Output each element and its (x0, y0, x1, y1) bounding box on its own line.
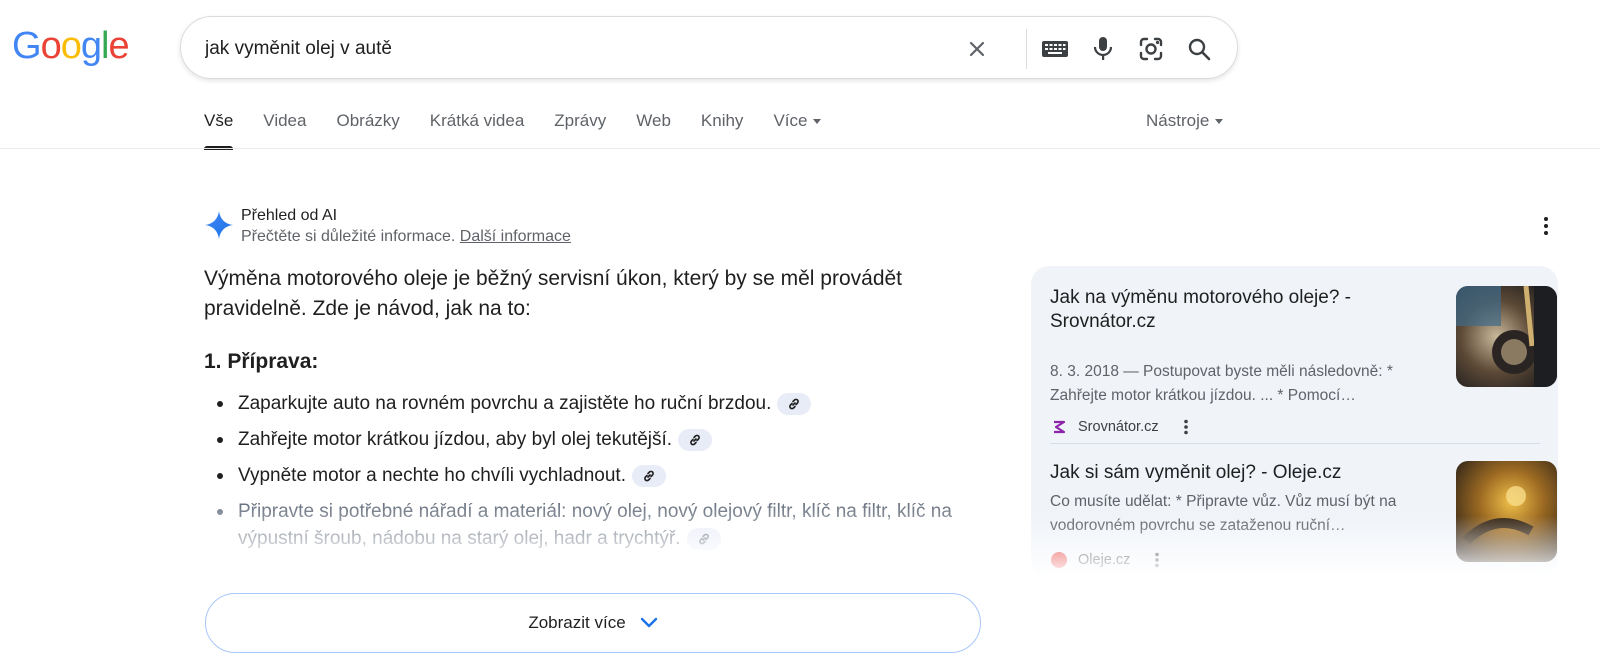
learn-more-link[interactable]: Další informace (460, 228, 571, 245)
search-divider (1026, 29, 1027, 69)
source-site: Oleje.cz (1050, 551, 1166, 569)
step-heading: 1. Příprava: (204, 350, 319, 373)
list-item: Připravte si potřebné nářadí a materiál:… (204, 498, 984, 552)
tab-news[interactable]: Zprávy (554, 108, 606, 148)
search-tabs: Vše Videa Obrázky Krátká videa Zprávy We… (204, 108, 851, 150)
source-card[interactable]: Jak na výměnu motorového oleje? - Srovná… (1050, 286, 1557, 436)
keyboard-icon[interactable] (1039, 33, 1071, 65)
source-site: Srovnátor.cz (1050, 418, 1195, 436)
search-input[interactable] (205, 35, 925, 63)
tab-videos[interactable]: Videa (263, 108, 306, 148)
more-options-icon[interactable] (1148, 551, 1166, 569)
tab-more[interactable]: Více (773, 108, 822, 148)
ai-sparkle-icon (205, 211, 233, 239)
source-thumbnail[interactable] (1456, 286, 1557, 387)
chevron-down-icon (1215, 119, 1224, 125)
tab-all[interactable]: Vše (204, 108, 234, 150)
link-icon (698, 533, 709, 545)
oleje-favicon-icon (1050, 551, 1068, 569)
logo-letter-e: e (108, 25, 129, 67)
header-divider (0, 148, 1600, 149)
google-logo[interactable]: Google (12, 25, 130, 67)
show-more-button[interactable]: Zobrazit více (205, 593, 981, 653)
source-title[interactable]: Jak na výměnu motorového oleje? - Srovná… (1050, 286, 1425, 334)
logo-letter-l: l (100, 25, 110, 67)
ai-overview-title: Přehled od AI (241, 207, 338, 224)
tools-label: Nástroje (1146, 111, 1210, 130)
source-title[interactable]: Jak si sám vyměnit olej? - Oleje.cz (1050, 461, 1425, 485)
bullet-text: Připravte si potřebné nářadí a materiál:… (238, 501, 952, 549)
bullet-text: Vypněte motor a nechte ho chvíli vychlad… (238, 465, 626, 486)
source-thumbnail[interactable] (1456, 461, 1557, 562)
source-snippet: Co musíte udělat: * Připravte vůz. Vůz m… (1050, 493, 1397, 534)
logo-letter-o2: o (60, 25, 82, 67)
chevron-down-icon (813, 119, 822, 125)
list-item: Zaparkujte auto na rovném povrchu a zaji… (204, 390, 984, 417)
show-more-label: Zobrazit více (528, 613, 626, 632)
lens-camera-icon[interactable] (1135, 33, 1167, 65)
microphone-icon[interactable] (1087, 33, 1119, 65)
tab-images[interactable]: Obrázky (336, 108, 399, 148)
source-site-name: Oleje.cz (1078, 552, 1131, 568)
tools-button[interactable]: Nástroje (1146, 111, 1224, 131)
ai-overview-subtitle-text: Přečtěte si důležité informace. (241, 228, 456, 245)
source-link-chip[interactable] (686, 527, 721, 550)
list-item: Zahřejte motor krátkou jízdou, aby byl o… (204, 426, 984, 453)
logo-letter-o1: o (40, 25, 62, 67)
search-icon[interactable] (1183, 33, 1215, 65)
tab-more-label: Více (773, 111, 808, 130)
source-link-chip[interactable] (631, 464, 666, 487)
link-icon (644, 470, 654, 482)
source-snippet: 8. 3. 2018 — Postupovat byste měli násle… (1050, 363, 1393, 404)
close-icon[interactable] (961, 33, 993, 65)
ai-overview-bullets: Zaparkujte auto na rovném povrchu a zaji… (204, 390, 984, 561)
tab-books[interactable]: Knihy (701, 108, 744, 148)
more-options-icon[interactable] (1177, 418, 1195, 436)
link-icon (690, 434, 700, 446)
search-box (180, 16, 1238, 79)
list-item: Vypněte motor a nechte ho chvíli vychlad… (204, 462, 984, 489)
source-link-chip[interactable] (777, 392, 812, 415)
logo-letter-g: G (12, 25, 42, 67)
link-icon (789, 398, 800, 410)
ai-overview-subtitle: Přečtěte si důležité informace. Další in… (241, 228, 571, 246)
source-card[interactable]: Jak si sám vyměnit olej? - Oleje.cz Co m… (1050, 461, 1557, 576)
more-options-icon[interactable] (1534, 214, 1558, 238)
ai-overview-intro: Výměna motorového oleje je běžný servisn… (204, 267, 903, 320)
ai-sources-panel: Jak na výměnu motorového oleje? - Srovná… (1031, 266, 1558, 576)
source-link-chip[interactable] (678, 428, 713, 451)
logo-letter-g2: g (80, 25, 102, 67)
source-divider (1050, 443, 1540, 444)
bullet-text: Zahřejte motor krátkou jízdou, aby byl o… (238, 429, 673, 450)
chevron-down-icon (640, 617, 657, 628)
tab-short-videos[interactable]: Krátká videa (430, 108, 525, 148)
source-site-name: Srovnátor.cz (1078, 419, 1159, 435)
bullet-text: Zaparkujte auto na rovném povrchu a zaji… (238, 393, 772, 414)
tab-web[interactable]: Web (636, 108, 671, 148)
srovnator-favicon-icon (1050, 418, 1068, 436)
